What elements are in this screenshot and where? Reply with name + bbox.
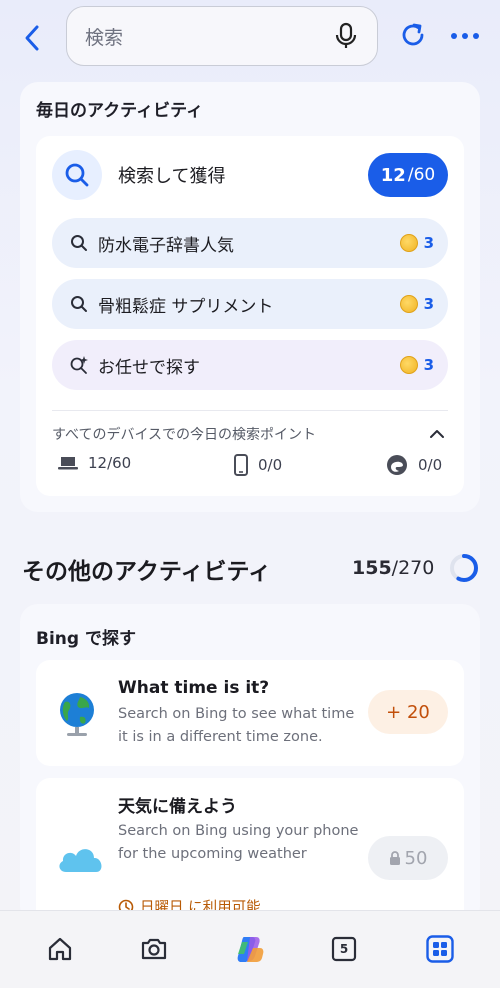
more-options-button[interactable] xyxy=(448,22,482,50)
lock-icon xyxy=(389,851,401,865)
search-progress-badge: 12 /60 xyxy=(368,153,448,197)
other-count-done: 155 xyxy=(352,557,392,579)
progress-ring-icon xyxy=(450,554,478,582)
copilot-icon xyxy=(237,937,264,962)
other-count-total: /270 xyxy=(391,557,435,579)
bing-section-title: Bing で探す xyxy=(36,629,136,649)
more-dots-icon xyxy=(451,33,479,39)
divider xyxy=(52,410,448,411)
other-activities-title: その他のアクティビティ xyxy=(22,559,272,585)
search-earn-row[interactable]: 検索して獲得 12 /60 xyxy=(52,150,448,200)
daily-activities-card: 毎日のアクティビティ 検索して獲得 12 /60 防水電子辞書人気 3 骨粗鬆症… xyxy=(20,82,480,512)
edge-icon xyxy=(386,454,408,476)
locked-points-badge: 50 xyxy=(368,836,448,880)
search-progress-current: 12 xyxy=(380,164,406,186)
points-badge: + 20 xyxy=(368,690,448,734)
device-edge-value: 0/0 xyxy=(418,456,443,474)
sparkle-search-icon xyxy=(68,354,90,376)
microphone-icon[interactable] xyxy=(333,21,359,51)
activity-card-time[interactable]: What time is it? Search on Bing to see w… xyxy=(36,660,464,766)
device-edge-points: 0/0 xyxy=(386,454,442,476)
search-earn-label: 検索して獲得 xyxy=(118,166,226,187)
apps-button[interactable] xyxy=(422,931,458,967)
home-icon xyxy=(48,937,72,961)
search-placeholder: 検索 xyxy=(85,26,124,49)
bottom-navigation: 5 xyxy=(0,910,500,988)
query-points: 3 xyxy=(423,234,434,252)
camera-button[interactable] xyxy=(136,931,172,967)
suggested-query-item[interactable]: 防水電子辞書人気 3 xyxy=(52,218,448,268)
chevron-up-icon[interactable] xyxy=(428,425,446,443)
camera-icon xyxy=(141,938,167,960)
bing-activities-card: Bing で探す What time is it? Search on Bing… xyxy=(20,604,480,928)
coin-icon xyxy=(399,356,418,374)
copilot-button[interactable] xyxy=(232,931,268,967)
daily-search-panel: 検索して獲得 12 /60 防水電子辞書人気 3 骨粗鬆症 サプリメント 3 お… xyxy=(36,136,464,496)
suggested-query-item[interactable]: 骨粗鬆症 サプリメント 3 xyxy=(52,279,448,329)
activity-title: 天気に備えよう xyxy=(118,797,237,817)
search-icon xyxy=(68,293,90,315)
query-text: 防水電子辞書人気 xyxy=(98,235,234,256)
device-mobile-points: 0/0 xyxy=(234,454,282,476)
tabs-button[interactable]: 5 xyxy=(326,931,362,967)
query-text: 骨粗鬆症 サプリメント xyxy=(98,296,274,317)
activity-description: Search on Bing to see what time it is in… xyxy=(118,706,355,745)
activity-description: Search on Bing using your phone for the … xyxy=(118,823,359,862)
search-progress-total: /60 xyxy=(407,165,436,185)
coin-icon xyxy=(399,234,418,252)
cloud-icon xyxy=(59,849,102,872)
globe-icon xyxy=(60,693,94,736)
tabs-count-badge: 5 xyxy=(339,942,349,956)
activity-title: What time is it? xyxy=(118,678,270,698)
device-mobile-value: 0/0 xyxy=(258,456,283,474)
activity-card-weather[interactable]: 天気に備えよう Search on Bing using your phone … xyxy=(36,778,464,928)
device-points-title: すべてのデバイスでの今日の検索ポイント xyxy=(52,427,317,443)
search-icon xyxy=(68,232,90,254)
refresh-button[interactable] xyxy=(396,18,430,52)
query-points: 3 xyxy=(423,356,434,374)
home-button[interactable] xyxy=(42,931,78,967)
device-pc-points: 12/60 xyxy=(58,454,131,472)
apps-grid-icon xyxy=(426,935,454,963)
daily-activities-title: 毎日のアクティビティ xyxy=(36,101,204,121)
device-pc-value: 12/60 xyxy=(88,454,132,472)
query-text: お任せで探す xyxy=(98,357,200,378)
laptop-icon xyxy=(58,456,78,470)
rewards-page: 検索 毎日のアクティビティ 検索して獲得 12 /60 防水電子辞書人気 3 骨… xyxy=(0,0,500,988)
phone-icon xyxy=(234,454,248,476)
refresh-icon xyxy=(402,23,424,46)
search-input[interactable]: 検索 xyxy=(66,6,378,66)
auto-search-item[interactable]: お任せで探す 3 xyxy=(52,340,448,390)
coin-icon xyxy=(399,295,418,313)
locked-points-value: 50 xyxy=(404,847,428,869)
back-button[interactable] xyxy=(12,17,54,59)
chevron-left-icon xyxy=(25,25,39,51)
other-activities-count: 155/270 xyxy=(352,557,434,579)
search-icon xyxy=(52,150,102,200)
query-points: 3 xyxy=(423,295,434,313)
